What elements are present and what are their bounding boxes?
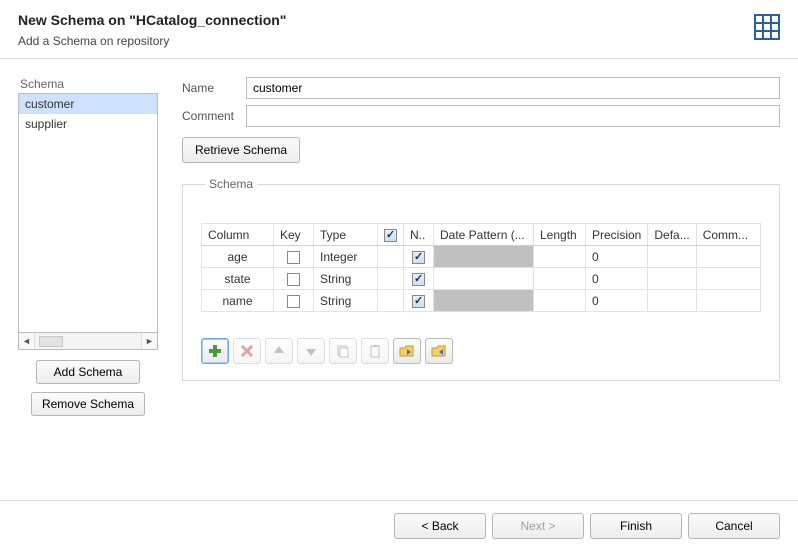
key-checkbox[interactable]	[287, 251, 300, 264]
cell-type[interactable]: Integer	[314, 246, 378, 268]
n-checkbox[interactable]	[412, 273, 425, 286]
cell-column[interactable]: name	[202, 290, 274, 312]
paste-icon	[368, 344, 382, 358]
copy-icon	[336, 344, 350, 358]
name-input[interactable]	[246, 77, 780, 99]
cell-blank[interactable]	[378, 268, 404, 290]
n-checkbox[interactable]	[412, 251, 425, 264]
folder-export-icon	[431, 344, 447, 358]
n-checkbox[interactable]	[412, 295, 425, 308]
cell-n[interactable]	[404, 268, 434, 290]
add-schema-button[interactable]: Add Schema	[36, 360, 140, 384]
cell-key[interactable]	[274, 290, 314, 312]
scroll-left-icon[interactable]: ◄	[19, 334, 35, 349]
scroll-right-icon[interactable]: ►	[141, 334, 157, 349]
cell-length[interactable]	[534, 290, 586, 312]
cell-key[interactable]	[274, 246, 314, 268]
grid-toolbar	[201, 338, 761, 364]
arrow-up-icon	[272, 344, 286, 358]
table-row[interactable]: name String 0	[202, 290, 761, 312]
comment-input[interactable]	[246, 105, 780, 127]
dialog-footer: < Back Next > Finish Cancel	[0, 500, 798, 553]
col-comment[interactable]: Comm...	[696, 224, 760, 246]
schema-list-item[interactable]: supplier	[19, 114, 157, 134]
schema-list-label: Schema	[18, 77, 158, 91]
cell-comment[interactable]	[696, 268, 760, 290]
schema-table[interactable]: Column Key Type N.. Date Pattern (... Le…	[201, 223, 761, 312]
cell-datepattern[interactable]	[434, 268, 534, 290]
cell-length[interactable]	[534, 268, 586, 290]
table-row[interactable]: age Integer 0	[202, 246, 761, 268]
remove-schema-button[interactable]: Remove Schema	[31, 392, 145, 416]
dialog-header: New Schema on "HCatalog_connection" Add …	[0, 0, 798, 58]
folder-import-icon	[399, 344, 415, 358]
plus-icon	[208, 344, 222, 358]
cell-type[interactable]: String	[314, 268, 378, 290]
cell-column[interactable]: age	[202, 246, 274, 268]
schema-grid-legend: Schema	[205, 177, 257, 191]
import-button[interactable]	[393, 338, 421, 364]
schema-list-item[interactable]: customer	[19, 94, 157, 114]
x-icon	[240, 344, 254, 358]
finish-button[interactable]: Finish	[590, 513, 682, 539]
cell-n[interactable]	[404, 290, 434, 312]
cell-n[interactable]	[404, 246, 434, 268]
comment-label: Comment	[182, 109, 246, 123]
name-label: Name	[182, 81, 246, 95]
col-type[interactable]: Type	[314, 224, 378, 246]
header-checkbox[interactable]	[384, 229, 397, 242]
copy-button[interactable]	[329, 338, 357, 364]
move-down-button[interactable]	[297, 338, 325, 364]
schema-grid-group: Schema Column Key Type N.. Date Pattern …	[182, 177, 780, 381]
cell-default[interactable]	[648, 268, 696, 290]
cell-datepattern[interactable]	[434, 246, 534, 268]
cell-blank[interactable]	[378, 246, 404, 268]
delete-row-button[interactable]	[233, 338, 261, 364]
arrow-down-icon	[304, 344, 318, 358]
col-default[interactable]: Defa...	[648, 224, 696, 246]
col-n[interactable]: N..	[404, 224, 434, 246]
col-column[interactable]: Column	[202, 224, 274, 246]
cell-length[interactable]	[534, 246, 586, 268]
col-precision[interactable]: Precision	[586, 224, 648, 246]
add-row-button[interactable]	[201, 338, 229, 364]
cell-precision[interactable]: 0	[586, 246, 648, 268]
cancel-button[interactable]: Cancel	[688, 513, 780, 539]
cell-default[interactable]	[648, 290, 696, 312]
export-button[interactable]	[425, 338, 453, 364]
table-row[interactable]: state String 0	[202, 268, 761, 290]
table-header-row: Column Key Type N.. Date Pattern (... Le…	[202, 224, 761, 246]
col-length[interactable]: Length	[534, 224, 586, 246]
cell-comment[interactable]	[696, 246, 760, 268]
dialog-subtitle: Add a Schema on repository	[18, 34, 780, 48]
cell-precision[interactable]: 0	[586, 290, 648, 312]
move-up-button[interactable]	[265, 338, 293, 364]
cell-column[interactable]: state	[202, 268, 274, 290]
cell-key[interactable]	[274, 268, 314, 290]
key-checkbox[interactable]	[287, 295, 300, 308]
paste-button[interactable]	[361, 338, 389, 364]
horizontal-scrollbar[interactable]: ◄ ►	[18, 333, 158, 350]
col-datepattern[interactable]: Date Pattern (...	[434, 224, 534, 246]
scroll-thumb[interactable]	[39, 336, 63, 347]
next-button[interactable]: Next >	[492, 513, 584, 539]
key-checkbox[interactable]	[287, 273, 300, 286]
back-button[interactable]: < Back	[394, 513, 486, 539]
cell-type[interactable]: String	[314, 290, 378, 312]
divider	[0, 58, 798, 59]
dialog-title: New Schema on "HCatalog_connection"	[18, 12, 780, 28]
retrieve-schema-button[interactable]: Retrieve Schema	[182, 137, 300, 163]
cell-comment[interactable]	[696, 290, 760, 312]
cell-default[interactable]	[648, 246, 696, 268]
cell-blank[interactable]	[378, 290, 404, 312]
cell-precision[interactable]: 0	[586, 268, 648, 290]
col-check[interactable]	[378, 224, 404, 246]
schema-grid-icon	[754, 14, 780, 40]
cell-datepattern[interactable]	[434, 290, 534, 312]
col-key[interactable]: Key	[274, 224, 314, 246]
schema-list[interactable]: customer supplier	[18, 93, 158, 333]
